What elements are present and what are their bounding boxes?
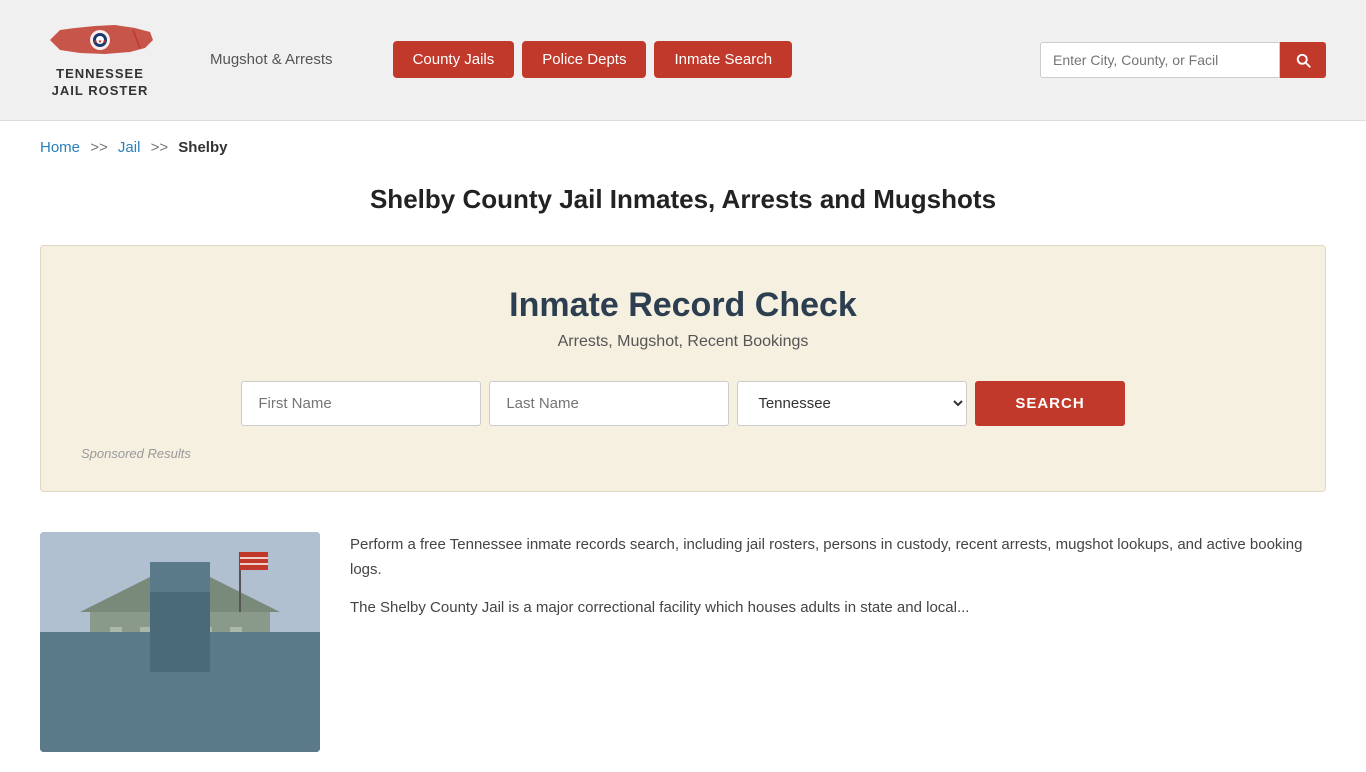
building-svg xyxy=(40,532,320,752)
breadcrumb-home[interactable]: Home xyxy=(40,139,80,156)
logo[interactable]: ★★★ TENNESSEE JAIL ROSTER xyxy=(40,20,160,100)
breadcrumb-sep2: >> xyxy=(151,139,169,156)
mugshot-arrests-link[interactable]: Mugshot & Arrests xyxy=(210,51,333,68)
page-title-area: Shelby County Jail Inmates, Arrests and … xyxy=(0,174,1366,235)
svg-text:★★★: ★★★ xyxy=(93,39,107,45)
logo-text: TENNESSEE JAIL ROSTER xyxy=(52,66,149,100)
breadcrumb-current: Shelby xyxy=(178,139,227,156)
last-name-input[interactable] xyxy=(489,381,729,426)
content-text: Perform a free Tennessee inmate records … xyxy=(350,532,1326,752)
county-jails-button[interactable]: County Jails xyxy=(393,41,515,78)
header-search-button[interactable] xyxy=(1280,42,1326,78)
content-paragraph-2: The Shelby County Jail is a major correc… xyxy=(350,595,1326,621)
nav-buttons: County Jails Police Depts Inmate Search xyxy=(393,41,792,78)
inmate-search-form: Tennessee Alabama Alaska Arizona Arkansa… xyxy=(81,381,1285,426)
sponsored-results-label: Sponsored Results xyxy=(81,446,1285,461)
breadcrumb-sep1: >> xyxy=(90,139,108,156)
first-name-input[interactable] xyxy=(241,381,481,426)
header-search-input[interactable] xyxy=(1040,42,1280,78)
logo-map-svg: ★★★ xyxy=(45,20,155,62)
facility-image xyxy=(40,532,320,752)
inmate-search-button[interactable]: Inmate Search xyxy=(654,41,792,78)
inmate-record-check-box: Inmate Record Check Arrests, Mugshot, Re… xyxy=(40,245,1326,492)
content-paragraph-1: Perform a free Tennessee inmate records … xyxy=(350,532,1326,583)
site-header: ★★★ TENNESSEE JAIL ROSTER Mugshot & Arre… xyxy=(0,0,1366,121)
inmate-check-title: Inmate Record Check xyxy=(81,286,1285,325)
content-area: Perform a free Tennessee inmate records … xyxy=(0,512,1366,772)
page-title: Shelby County Jail Inmates, Arrests and … xyxy=(40,184,1326,215)
police-depts-button[interactable]: Police Depts xyxy=(522,41,646,78)
breadcrumb-jail[interactable]: Jail xyxy=(118,139,141,156)
search-icon xyxy=(1294,51,1312,69)
state-select[interactable]: Tennessee Alabama Alaska Arizona Arkansa… xyxy=(737,381,967,426)
breadcrumb: Home >> Jail >> Shelby xyxy=(0,121,1366,174)
header-search-area xyxy=(1040,42,1326,78)
inmate-search-submit[interactable]: SEARCH xyxy=(975,381,1124,426)
inmate-check-subtitle: Arrests, Mugshot, Recent Bookings xyxy=(81,333,1285,351)
